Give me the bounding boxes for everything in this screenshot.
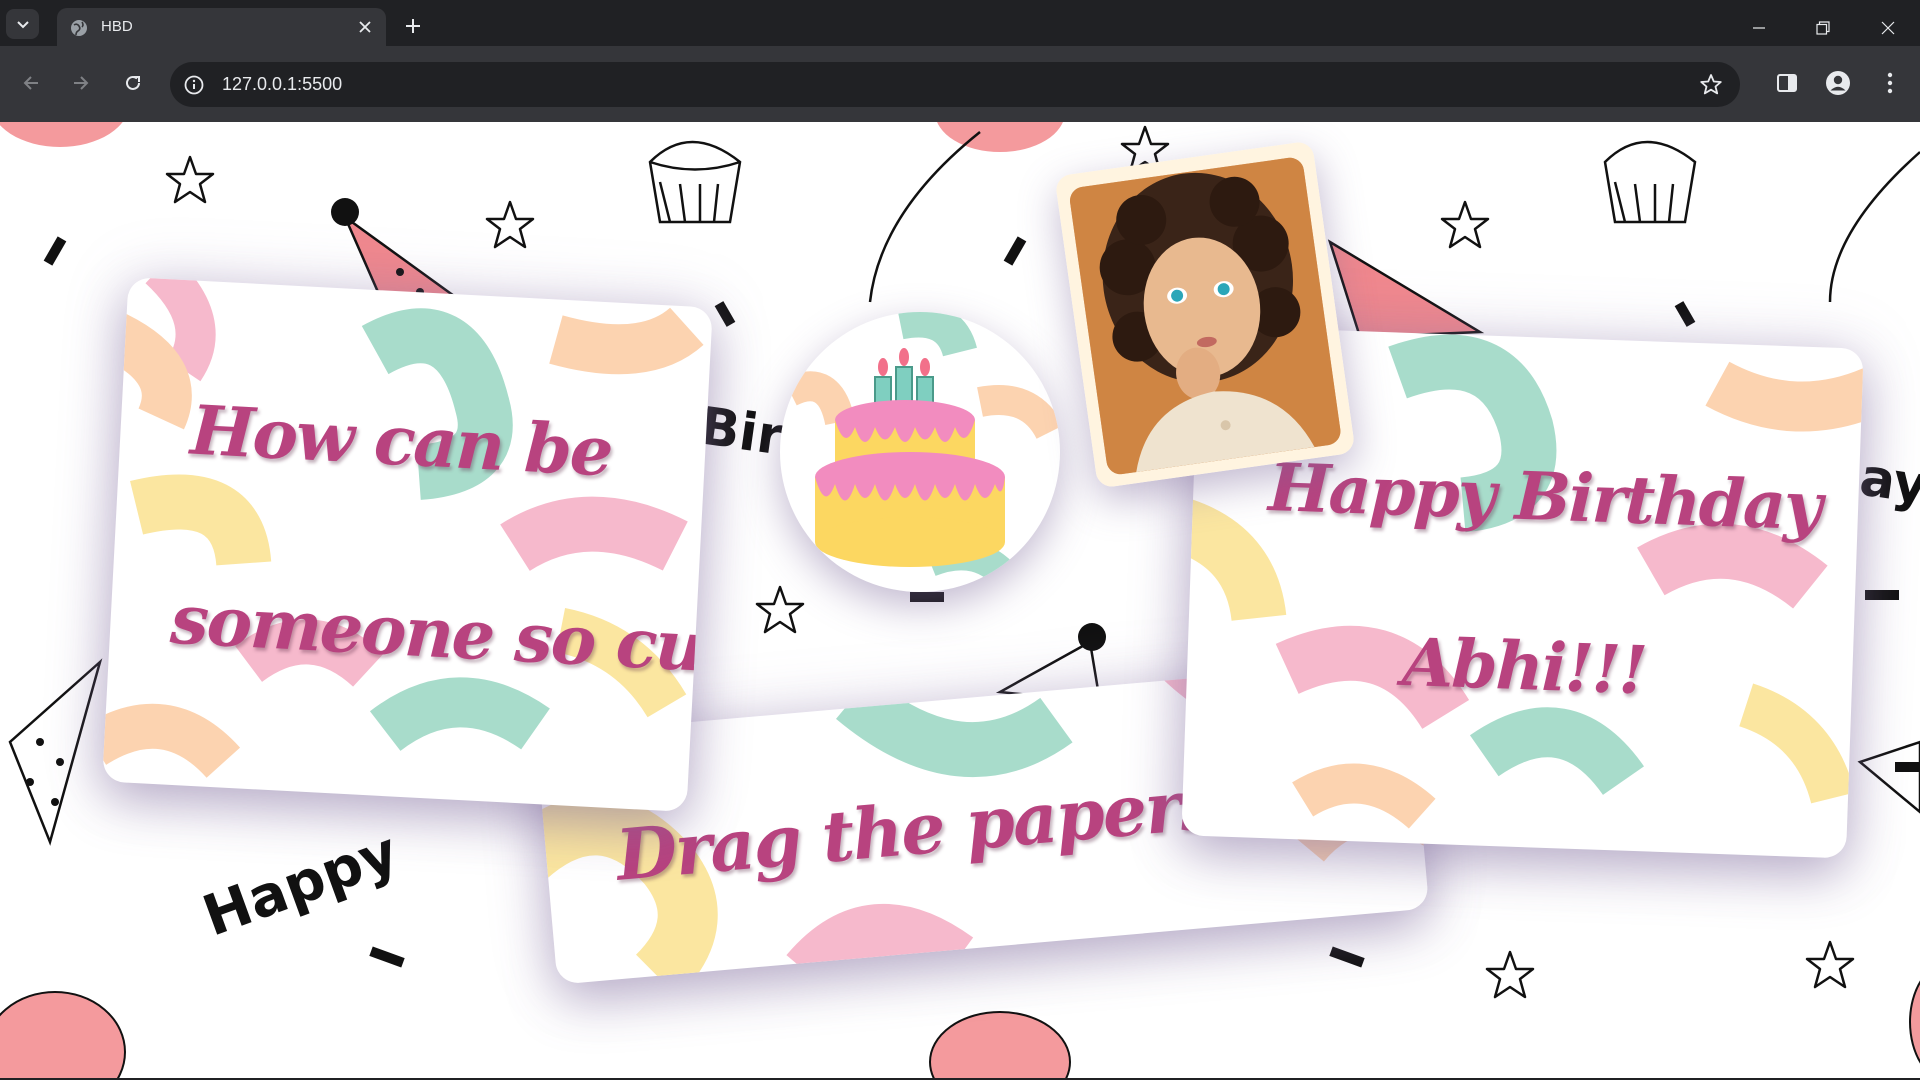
paper-right-line2: Abhi!!! <box>1401 622 1648 710</box>
paper-photo[interactable] <box>1054 140 1356 489</box>
confetti-pattern <box>102 277 704 779</box>
tab-title: HBD <box>101 18 133 35</box>
reload-icon <box>126 75 140 90</box>
plus-icon <box>406 19 420 33</box>
kebab-menu-icon <box>1887 72 1893 94</box>
restore-icon <box>1816 21 1830 35</box>
side-panel-button[interactable] <box>1771 67 1803 99</box>
active-tab[interactable]: HBD <box>57 8 386 46</box>
paper-cake-circle[interactable] <box>780 312 1060 592</box>
minimize-icon <box>1753 27 1765 29</box>
forward-button[interactable] <box>63 65 99 101</box>
reload-button[interactable] <box>115 65 151 101</box>
tab-strip: HBD <box>0 0 1920 46</box>
address-bar[interactable]: 127.0.0.1:5500 <box>170 62 1740 107</box>
paper-left[interactable]: How can be someone so cute <box>102 277 713 812</box>
restore-button[interactable] <box>1800 8 1846 48</box>
cake-icon <box>783 312 1060 592</box>
star-icon[interactable] <box>1698 72 1724 98</box>
info-icon[interactable] <box>183 74 205 96</box>
tab-close-button[interactable] <box>354 16 376 38</box>
url-text[interactable]: 127.0.0.1:5500 <box>222 74 342 95</box>
minimize-button[interactable] <box>1736 8 1782 48</box>
profile-button[interactable] <box>1822 67 1854 99</box>
browser-toolbar: 127.0.0.1:5500 <box>0 46 1920 122</box>
globe-icon <box>71 20 87 36</box>
browser-menu-button[interactable] <box>1874 67 1906 99</box>
profile-icon <box>1826 71 1850 95</box>
background-word-day: ay <box>1856 447 1920 517</box>
photo-portrait <box>1054 140 1356 489</box>
close-icon <box>359 21 371 33</box>
chevron-down-icon <box>16 21 29 29</box>
back-arrow-icon <box>23 76 38 90</box>
tab-search-button[interactable] <box>6 9 39 39</box>
close-window-button[interactable] <box>1865 8 1911 48</box>
forward-arrow-icon <box>74 76 89 90</box>
side-panel-icon <box>1777 74 1797 92</box>
page-viewport: Happy Bir ay Drag the papers to move! Ho… <box>0 122 1920 1078</box>
close-icon <box>1881 21 1895 35</box>
back-button[interactable] <box>13 65 49 101</box>
new-tab-button[interactable] <box>400 13 426 39</box>
background-word-birthday: Bir <box>696 396 787 468</box>
